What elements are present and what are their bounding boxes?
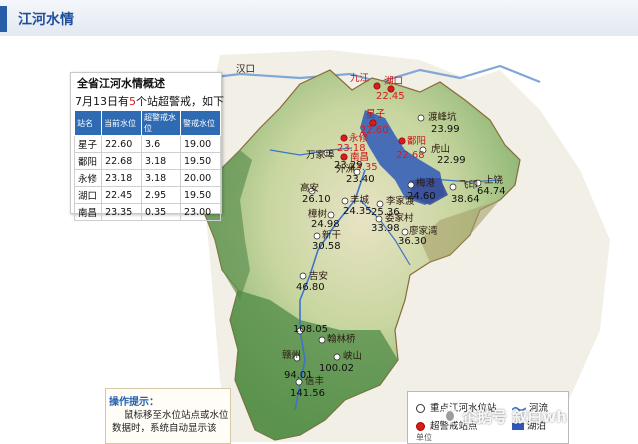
- table-cell: 22.45: [101, 186, 142, 204]
- table-cell: 湖口: [73, 186, 103, 204]
- table-cell: 鄱阳: [73, 152, 103, 170]
- station-label[interactable]: 虎山: [431, 145, 450, 155]
- tip-title: 操作提示：: [109, 397, 159, 408]
- table-cell: 19.50: [180, 152, 221, 170]
- station-label[interactable]: 丰城: [350, 196, 369, 206]
- station-value[interactable]: 22.68: [396, 151, 425, 161]
- column-header: 站名: [73, 110, 103, 136]
- station-marker[interactable]: [318, 336, 326, 344]
- station-value[interactable]: 64.74: [477, 187, 506, 197]
- station-value[interactable]: 26.10: [302, 195, 331, 205]
- page-header: 江河水情: [0, 0, 638, 37]
- station-marker[interactable]: [398, 137, 406, 145]
- station-value[interactable]: 141.56: [290, 389, 325, 399]
- table-cell: 23.00: [180, 203, 221, 221]
- column-header: 当前水位: [101, 110, 142, 136]
- overview-panel: 全省江河水情概述 7月13日有5个站超警戒，如下 站名 当前水位 超警戒水位 警…: [70, 72, 224, 221]
- table-cell: 3.18: [140, 169, 182, 187]
- column-header: 警戒水位: [180, 110, 221, 136]
- station-value[interactable]: 33.98: [371, 224, 400, 234]
- station-marker[interactable]: [341, 197, 349, 205]
- alert-count: 5: [129, 95, 136, 108]
- table-cell: 22.68: [101, 152, 142, 170]
- overview-title: 全省江河水情概述: [77, 77, 165, 90]
- station-value[interactable]: 24.35: [343, 207, 372, 217]
- table-cell: 22.60: [101, 135, 142, 153]
- station-value[interactable]: 22.45: [376, 92, 405, 102]
- station-marker[interactable]: [340, 134, 348, 142]
- operation-tip-box: 操作提示： 鼠标移至水位站点或水位数据时，系统自动显示该: [105, 388, 231, 444]
- table-row[interactable]: 湖口 22.45 2.95 19.50: [73, 186, 221, 204]
- station-marker[interactable]: [313, 232, 321, 240]
- station-marker[interactable]: [417, 114, 425, 122]
- column-header: 超警戒水位: [140, 110, 182, 136]
- subtitle-pre: 7月13日有: [75, 95, 129, 108]
- station-value[interactable]: 36.30: [398, 237, 427, 247]
- station-value[interactable]: 24.98: [311, 220, 340, 230]
- station-value[interactable]: 46.80: [296, 283, 325, 293]
- legend-unit: 单位: [416, 433, 432, 442]
- table-header-row: 站名 当前水位 超警戒水位 警戒水位: [73, 110, 221, 136]
- table-cell: 19.50: [180, 186, 221, 204]
- station-label[interactable]: 信丰: [305, 377, 324, 387]
- map-label-hankou: 汉口: [236, 64, 256, 75]
- white-dot-icon: [416, 404, 425, 413]
- station-label[interactable]: 九江: [350, 74, 369, 84]
- watermark-text: 企鹅号 叙白wh: [462, 408, 567, 426]
- station-label[interactable]: 翰林桥: [327, 335, 356, 345]
- station-value[interactable]: 22.99: [437, 156, 466, 166]
- header-accent-bar: [0, 6, 7, 32]
- table-cell: 永修: [73, 169, 103, 187]
- station-value[interactable]: 23.99: [431, 125, 460, 135]
- table-row[interactable]: 星子 22.60 3.6 19.00: [73, 135, 221, 153]
- table-cell: 23.35: [101, 203, 142, 221]
- station-marker[interactable]: [299, 272, 307, 280]
- page-title: 江河水情: [18, 12, 74, 28]
- station-value[interactable]: 30.58: [312, 242, 341, 252]
- penguin-logo-icon: [443, 407, 457, 423]
- station-label[interactable]: 李家渡: [386, 197, 415, 207]
- table-row[interactable]: 鄱阳 22.68 3.18 19.50: [73, 152, 221, 170]
- table-row[interactable]: 永修 23.18 3.18 20.00: [73, 169, 221, 187]
- tip-body: 鼠标移至水位站点或水位数据时，系统自动显示该: [112, 410, 229, 434]
- station-label[interactable]: 万家埠: [306, 151, 335, 161]
- station-label[interactable]: 高安: [300, 184, 319, 194]
- station-value[interactable]: 38.64: [451, 195, 480, 205]
- station-label[interactable]: 吉安: [309, 272, 328, 282]
- station-value[interactable]: 23.40: [346, 175, 375, 185]
- station-label[interactable]: 飞印: [459, 181, 478, 191]
- station-label[interactable]: 渡峰坑: [428, 113, 457, 123]
- red-dot-icon: [416, 422, 425, 431]
- station-value[interactable]: 108.05: [293, 325, 328, 335]
- table-cell: 3.18: [140, 152, 182, 170]
- table-row[interactable]: 南昌 23.35 0.35 23.00: [73, 203, 221, 221]
- station-label[interactable]: 赣州: [282, 351, 301, 361]
- station-marker[interactable]: [449, 183, 457, 191]
- station-marker[interactable]: [373, 82, 381, 90]
- table-cell: 2.95: [140, 186, 182, 204]
- table-cell: 星子: [73, 135, 103, 153]
- station-label[interactable]: 上饶: [484, 176, 503, 186]
- station-label[interactable]: 新干: [322, 231, 341, 241]
- station-label[interactable]: 湖口: [384, 77, 403, 87]
- station-value[interactable]: 100.02: [319, 364, 354, 374]
- table-cell: 南昌: [73, 203, 103, 221]
- table-cell: 0.35: [140, 203, 182, 221]
- table-cell: 3.6: [140, 135, 182, 153]
- table-cell: 19.00: [180, 135, 221, 153]
- station-marker[interactable]: [327, 211, 335, 219]
- subtitle-post: 个站超警戒，如下: [136, 95, 224, 108]
- station-marker[interactable]: [333, 353, 341, 361]
- station-label[interactable]: 峡山: [343, 352, 362, 362]
- overview-table: 站名 当前水位 超警戒水位 警戒水位 星子 22.60 3.6 19.00 鄱阳…: [73, 110, 221, 221]
- table-cell: 20.00: [180, 169, 221, 187]
- overview-subtitle: 7月13日有5个站超警戒，如下: [75, 93, 224, 109]
- table-cell: 23.18: [101, 169, 142, 187]
- station-label[interactable]: 梅港: [416, 179, 435, 189]
- station-label[interactable]: 星子: [366, 110, 385, 120]
- station-label[interactable]: 鄱阳: [407, 137, 426, 147]
- station-marker[interactable]: [407, 181, 415, 189]
- station-marker[interactable]: [401, 228, 409, 236]
